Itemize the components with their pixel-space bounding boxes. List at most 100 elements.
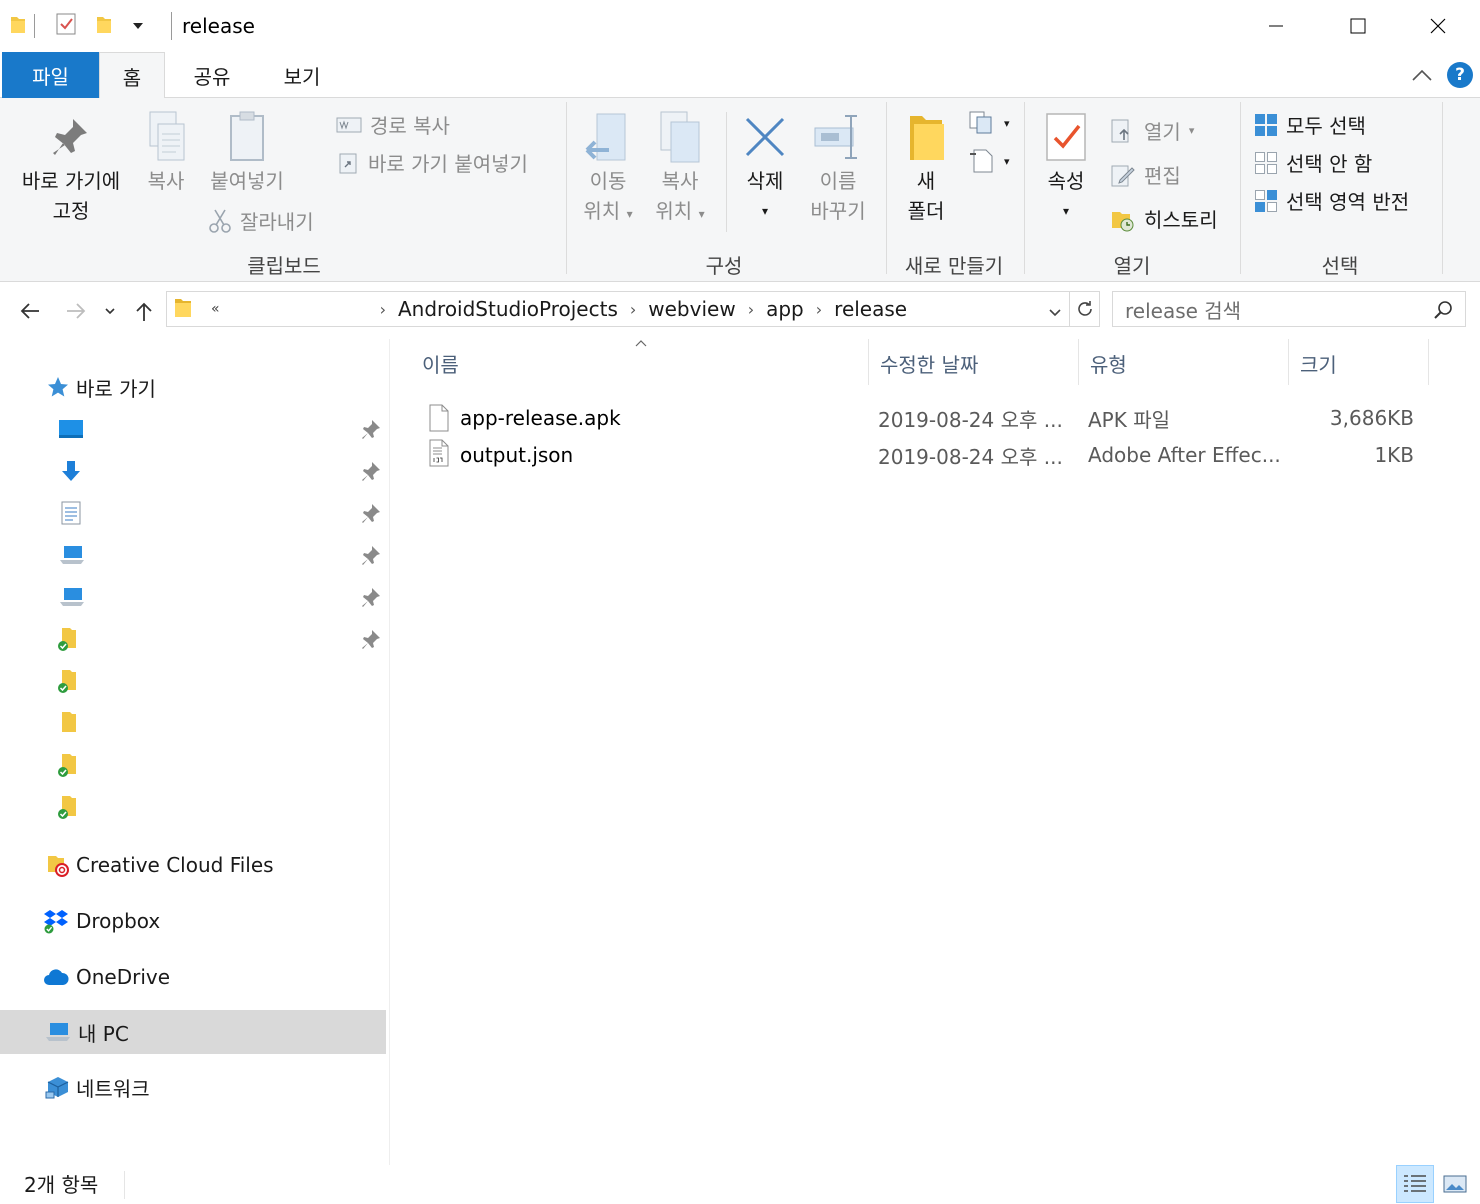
breadcrumb-separator[interactable]: › xyxy=(630,300,636,319)
cut-button[interactable]: 잘라내기 xyxy=(208,206,314,235)
rename-label-line2: 바꾸기 xyxy=(810,199,866,223)
address-history-dropdown[interactable] xyxy=(1047,301,1063,325)
pinned-icon[interactable] xyxy=(360,628,382,650)
rename-button[interactable]: 이름 바꾸기 xyxy=(800,108,876,226)
file-row[interactable]: output.json 2019-08-24 오후 ... Adobe Afte… xyxy=(416,436,1426,474)
nav-folder-3[interactable] xyxy=(0,701,386,745)
nav-pinned-pc-1[interactable] xyxy=(0,533,386,577)
group-divider xyxy=(1442,102,1443,274)
pin-label-line1: 바로 가기에 xyxy=(21,169,121,193)
minimize-button[interactable] xyxy=(1236,0,1316,52)
json-file-icon xyxy=(428,439,450,472)
copy-path-icon xyxy=(336,117,362,132)
open-button[interactable]: 열기 ▾ xyxy=(1110,116,1194,145)
invert-selection-button[interactable]: 선택 영역 반전 xyxy=(1254,186,1409,215)
nav-synced-folder-2[interactable] xyxy=(0,659,386,703)
search-box[interactable]: release 검색 xyxy=(1112,291,1466,327)
status-divider xyxy=(124,1171,125,1199)
breadcrumb-separator[interactable]: › xyxy=(380,300,386,319)
this-pc-label: 내 PC xyxy=(78,1021,129,1046)
move-to-button[interactable]: 이동 위치 ▾ xyxy=(576,108,640,229)
column-header-type[interactable]: 유형 xyxy=(1076,339,1286,387)
copy-to-button[interactable]: 복사 위치 ▾ xyxy=(648,108,712,229)
delete-button[interactable]: 삭제 ▾ xyxy=(734,108,796,226)
column-header-name[interactable]: 이름 xyxy=(408,339,868,387)
properties-qat-icon[interactable] xyxy=(55,12,77,40)
maximize-button[interactable] xyxy=(1318,0,1398,52)
refresh-button[interactable] xyxy=(1070,291,1100,327)
delete-x-icon xyxy=(734,108,796,166)
history-icon xyxy=(1112,211,1134,231)
new-folder-button[interactable]: 새 폴더 xyxy=(896,108,956,226)
nav-synced-folder-4[interactable] xyxy=(0,743,386,787)
copy-path-button[interactable]: 경로 복사 xyxy=(336,110,450,139)
edit-button[interactable]: 편집 xyxy=(1110,160,1181,189)
nav-synced-folder-5[interactable] xyxy=(0,785,386,829)
nav-creative-cloud[interactable]: Creative Cloud Files xyxy=(0,843,386,887)
recent-locations-button[interactable] xyxy=(98,297,122,325)
breadcrumb-overflow[interactable]: « xyxy=(211,301,220,317)
chevron-up-icon xyxy=(1412,69,1432,81)
new-item-button[interactable]: ▾ xyxy=(968,110,1010,136)
pinned-icon[interactable] xyxy=(360,544,382,566)
pinned-icon[interactable] xyxy=(360,460,382,482)
details-view-button[interactable] xyxy=(1396,1165,1434,1203)
nav-this-pc[interactable]: 내 PC xyxy=(0,1010,386,1054)
file-date: 2019-08-24 오후 ... xyxy=(878,407,1063,432)
network-label: 네트워크 xyxy=(76,1076,150,1101)
pinned-icon[interactable] xyxy=(360,502,382,524)
invert-selection-icon xyxy=(1255,189,1277,212)
nav-pinned-documents[interactable] xyxy=(0,491,386,535)
select-all-button[interactable]: 모두 선택 xyxy=(1254,110,1366,139)
column-header-date[interactable]: 수정한 날짜 xyxy=(866,339,1076,387)
customize-qat-dropdown-icon[interactable] xyxy=(131,17,145,36)
address-bar[interactable]: « › AndroidStudioProjects › webview › ap… xyxy=(166,291,1070,327)
tab-file[interactable]: 파일 xyxy=(2,52,99,98)
paste-shortcut-button[interactable]: 바로 가기 붙여넣기 xyxy=(336,148,528,177)
up-button[interactable] xyxy=(130,297,158,325)
pinned-icon[interactable] xyxy=(360,586,382,608)
nav-pinned-desktop[interactable] xyxy=(0,407,386,451)
breadcrumb-webview[interactable]: webview xyxy=(648,297,735,321)
forward-button[interactable] xyxy=(62,297,90,325)
group-divider xyxy=(1024,102,1025,274)
paste-button[interactable]: 붙여넣기 xyxy=(200,108,294,196)
computer-icon xyxy=(44,1021,72,1043)
pin-to-quick-access-button[interactable]: 바로 가기에 고정 xyxy=(12,108,130,226)
large-icons-view-button[interactable] xyxy=(1436,1165,1474,1203)
breadcrumb-separator[interactable]: › xyxy=(748,300,754,319)
collapse-ribbon-button[interactable] xyxy=(1408,62,1436,90)
easy-access-button[interactable]: ▾ xyxy=(968,148,1010,174)
new-folder-qat-icon[interactable] xyxy=(95,13,113,39)
nav-pinned-pc-2[interactable] xyxy=(0,575,386,619)
breadcrumb-release[interactable]: release xyxy=(834,297,907,321)
nav-network[interactable]: 네트워크 xyxy=(0,1065,386,1109)
close-button[interactable] xyxy=(1398,0,1478,52)
properties-button[interactable]: 속성 ▾ xyxy=(1036,108,1096,226)
nav-pinned-downloads[interactable] xyxy=(0,449,386,493)
help-button[interactable]: ? xyxy=(1447,62,1473,88)
back-button[interactable] xyxy=(16,297,44,325)
properties-dropdown-icon[interactable]: ▾ xyxy=(1036,196,1096,226)
breadcrumb-separator[interactable]: › xyxy=(816,300,822,319)
nav-dropbox[interactable]: Dropbox xyxy=(0,899,386,943)
nav-pinned-synced-folder-1[interactable] xyxy=(0,617,386,661)
new-group-label: 새로 만들기 xyxy=(904,254,1004,278)
breadcrumb-android-studio-projects[interactable]: AndroidStudioProjects xyxy=(398,297,618,321)
select-all-label: 모두 선택 xyxy=(1286,114,1366,138)
select-none-button[interactable]: 선택 안 함 xyxy=(1254,148,1372,177)
history-button[interactable]: 히스토리 xyxy=(1110,204,1218,233)
status-bar: 2개 항목 xyxy=(0,1165,1480,1204)
file-row[interactable]: app-release.apk 2019-08-24 오후 ... APK 파일… xyxy=(416,399,1426,437)
nav-quick-access[interactable]: 바로 가기 xyxy=(0,365,386,409)
copy-button[interactable]: 복사 xyxy=(138,108,194,196)
column-divider[interactable] xyxy=(1428,339,1429,385)
tab-home[interactable]: 홈 xyxy=(99,52,165,99)
tab-view[interactable]: 보기 xyxy=(262,52,342,98)
pinned-icon[interactable] xyxy=(360,418,382,440)
column-header-size[interactable]: 크기 xyxy=(1286,339,1426,387)
breadcrumb-app[interactable]: app xyxy=(766,297,804,321)
nav-onedrive[interactable]: OneDrive xyxy=(0,955,386,999)
tab-share[interactable]: 공유 xyxy=(172,52,252,98)
delete-dropdown-icon[interactable]: ▾ xyxy=(734,196,796,226)
